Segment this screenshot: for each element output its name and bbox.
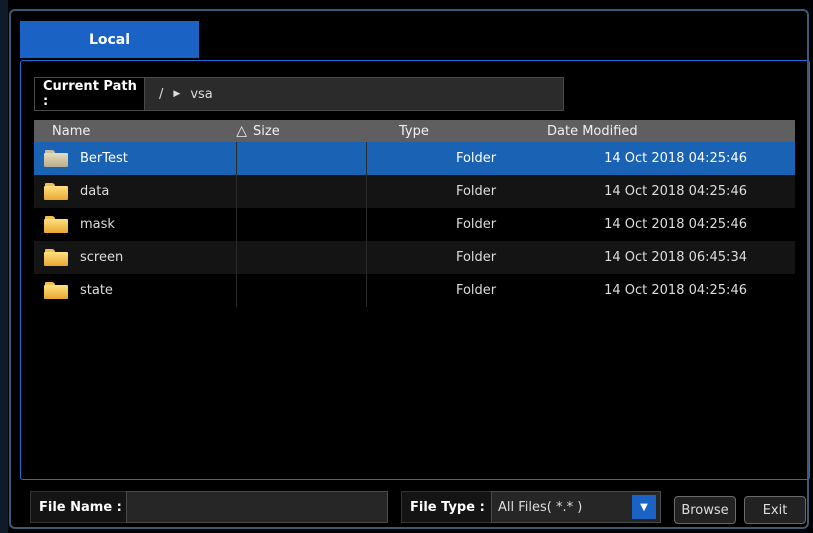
- path-root[interactable]: /: [159, 87, 163, 102]
- folder-icon: [44, 150, 68, 167]
- file-name-text: BerTest: [80, 151, 128, 166]
- folder-icon: [44, 249, 68, 266]
- current-path-value: / ▶ vsa: [145, 87, 213, 102]
- path-segment[interactable]: vsa: [190, 87, 212, 102]
- cell-date: 14 Oct 2018 06:45:34: [604, 250, 747, 265]
- column-header-date[interactable]: Date Modified: [543, 120, 795, 142]
- browse-button[interactable]: Browse: [674, 496, 736, 524]
- file-name-input[interactable]: [126, 491, 388, 523]
- tab-local[interactable]: Local: [20, 21, 199, 58]
- table-row[interactable]: screen Folder 14 Oct 2018 06:45:34: [34, 241, 795, 274]
- file-type-select[interactable]: All Files( *.* ) ▼: [491, 491, 661, 523]
- cell-size: [237, 274, 368, 307]
- column-header-size[interactable]: Size: [251, 120, 397, 142]
- column-header-name-label: Name: [52, 123, 91, 139]
- window: Local Current Path : / ▶ vsa Name △ Size…: [0, 0, 813, 533]
- folder-icon: [44, 282, 68, 299]
- sort-ascending-icon: △: [236, 123, 247, 139]
- file-name-text: mask: [80, 217, 115, 232]
- cell-name: mask: [34, 208, 237, 241]
- cell-size: [237, 208, 368, 241]
- current-path-label: Current Path :: [35, 78, 145, 110]
- file-name-text: screen: [80, 250, 124, 265]
- cell-type: Folder: [455, 151, 497, 166]
- cell-name: state: [34, 274, 237, 307]
- table-row[interactable]: state Folder 14 Oct 2018 04:25:46: [34, 274, 795, 307]
- file-table: Name △ Size Type Date Modified BerTest Fo…: [34, 120, 795, 307]
- table-row[interactable]: mask Folder 14 Oct 2018 04:25:46: [34, 208, 795, 241]
- column-header-name[interactable]: Name △: [34, 120, 251, 142]
- dropdown-arrow-icon[interactable]: ▼: [632, 495, 656, 519]
- cell-date: 14 Oct 2018 04:25:46: [604, 283, 747, 298]
- cell-type: Folder: [455, 283, 497, 298]
- cell-date: 14 Oct 2018 04:25:46: [604, 151, 747, 166]
- file-name-label: File Name :: [30, 491, 126, 523]
- cell-name: BerTest: [34, 142, 237, 175]
- file-name-text: state: [80, 283, 113, 298]
- table-body: BerTest Folder 14 Oct 2018 04:25:46 data Fol…: [34, 142, 795, 307]
- table-header: Name △ Size Type Date Modified: [34, 120, 795, 142]
- table-row[interactable]: data Folder 14 Oct 2018 04:25:46: [34, 175, 795, 208]
- exit-button[interactable]: Exit: [744, 496, 806, 524]
- cell-type: Folder: [455, 184, 497, 199]
- column-header-type[interactable]: Type: [397, 120, 543, 142]
- file-type-label: File Type :: [401, 491, 491, 523]
- cell-size: [237, 241, 368, 274]
- file-name-text: data: [80, 184, 110, 199]
- file-type-value: All Files( *.* ): [498, 499, 583, 515]
- path-separator-icon: ▶: [173, 89, 181, 99]
- cell-date: 14 Oct 2018 04:25:46: [604, 184, 747, 199]
- cell-size: [237, 142, 368, 175]
- folder-icon: [44, 216, 68, 233]
- cell-type: Folder: [455, 250, 497, 265]
- background-strip: [0, 0, 8, 533]
- cell-name: data: [34, 175, 237, 208]
- cell-size: [237, 175, 368, 208]
- cell-type: Folder: [455, 217, 497, 232]
- cell-name: screen: [34, 241, 237, 274]
- table-row[interactable]: BerTest Folder 14 Oct 2018 04:25:46: [34, 142, 795, 175]
- cell-date: 14 Oct 2018 04:25:46: [604, 217, 747, 232]
- current-path-bar: Current Path : / ▶ vsa: [34, 77, 564, 111]
- folder-icon: [44, 183, 68, 200]
